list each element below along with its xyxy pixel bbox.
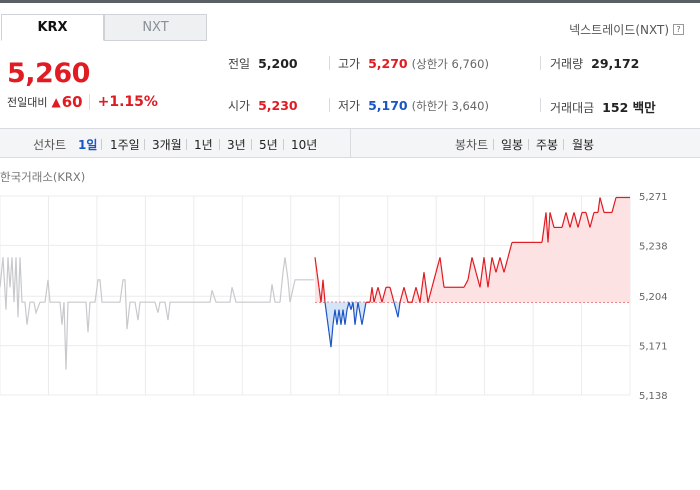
period-separator [186,139,187,150]
previous-day-series [0,257,314,370]
period-separator [528,139,529,150]
stat-label: 거래대금 [550,101,595,115]
today-up-area [315,197,630,303]
stat-sub: (상한가 6,760) [411,57,489,71]
period-separator [101,139,102,150]
stat-value: 152 백만 [602,100,656,115]
nxt-link[interactable]: 넥스트레이드(NXT) ? [569,21,684,38]
line-chart-label: 선차트 [33,138,67,152]
period-10y[interactable]: 10년 [291,136,317,153]
tab-nxt-label: NXT [142,20,169,35]
stat-label: 거래량 [550,57,584,71]
stat-open: 시가 5,230 [228,97,298,114]
period-3y[interactable]: 3년 [227,136,246,153]
stat-trade-value: 거래대금 152 백만 [550,97,656,116]
period-separator [251,139,252,150]
y-tick-label: 5,138 [639,391,668,400]
candle-weekly[interactable]: 주봉 [536,136,558,153]
change-label: 전일대비 [7,96,48,109]
candle-daily[interactable]: 일봉 [501,136,523,153]
stat-value: 5,270 [368,56,408,71]
period-3m[interactable]: 3개월 [152,136,182,153]
stat-label: 저가 [338,99,361,113]
price-change: 전일대비 ▲ 60 +1.15% [7,93,158,111]
current-price: 5,260 [7,58,90,89]
period-separator [283,139,284,150]
period-separator [493,139,494,150]
stat-value: 5,230 [258,98,298,113]
period-bar-divider [350,129,351,157]
stat-volume: 거래량 29,172 [550,55,639,72]
y-axis-ticks: 5,271 5,238 5,204 5,171 5,138 [639,192,668,400]
stat-value: 5,170 [368,98,408,113]
exchange-label: 한국거래소(KRX) [0,170,86,184]
period-separator [563,139,564,150]
stat-low: 저가 5,170 (하한가 3,640) [338,97,489,114]
stat-high: 고가 5,270 (상한가 6,760) [338,55,489,72]
y-tick-label: 5,204 [639,292,668,303]
y-tick-label: 5,271 [639,192,668,203]
stat-divider [540,98,541,112]
period-1d[interactable]: 1일 [78,136,97,153]
stat-value: 29,172 [591,56,640,71]
top-border-line [0,0,700,3]
period-separator [144,139,145,150]
stat-value: 5,200 [258,56,298,71]
chart-period-bar: 선차트 1일 1주일 3개월 1년 3년 5년 10년 봉차트 일봉 주봉 월봉 [0,128,700,158]
stat-prev-close: 전일 5,200 [228,55,298,72]
tab-krx[interactable]: KRX [1,14,104,41]
y-tick-label: 5,171 [639,342,668,353]
stat-label: 고가 [338,57,361,71]
period-1w[interactable]: 1주일 [110,136,140,153]
stat-divider [329,98,330,112]
tab-nxt[interactable]: NXT [104,14,207,41]
period-5y[interactable]: 5년 [259,136,278,153]
y-tick-label: 5,238 [639,241,668,252]
change-percent: +1.15% [88,94,158,110]
stat-label: 전일 [228,57,251,71]
stat-label: 시가 [228,99,251,113]
candle-chart-label: 봉차트 [455,138,489,152]
tab-krx-label: KRX [37,20,68,35]
help-icon[interactable]: ? [673,24,684,35]
change-value: 60 [61,93,83,111]
stat-divider [329,56,330,70]
stat-sub: (하한가 3,640) [411,99,489,113]
candle-monthly[interactable]: 월봉 [572,136,594,153]
period-1y[interactable]: 1년 [194,136,213,153]
intraday-price-chart: 5,271 5,238 5,204 5,171 5,138 [0,192,668,400]
up-triangle-icon: ▲ [51,95,61,109]
stat-divider [540,56,541,70]
nxt-link-label: 넥스트레이드(NXT) [569,23,669,37]
period-separator [219,139,220,150]
